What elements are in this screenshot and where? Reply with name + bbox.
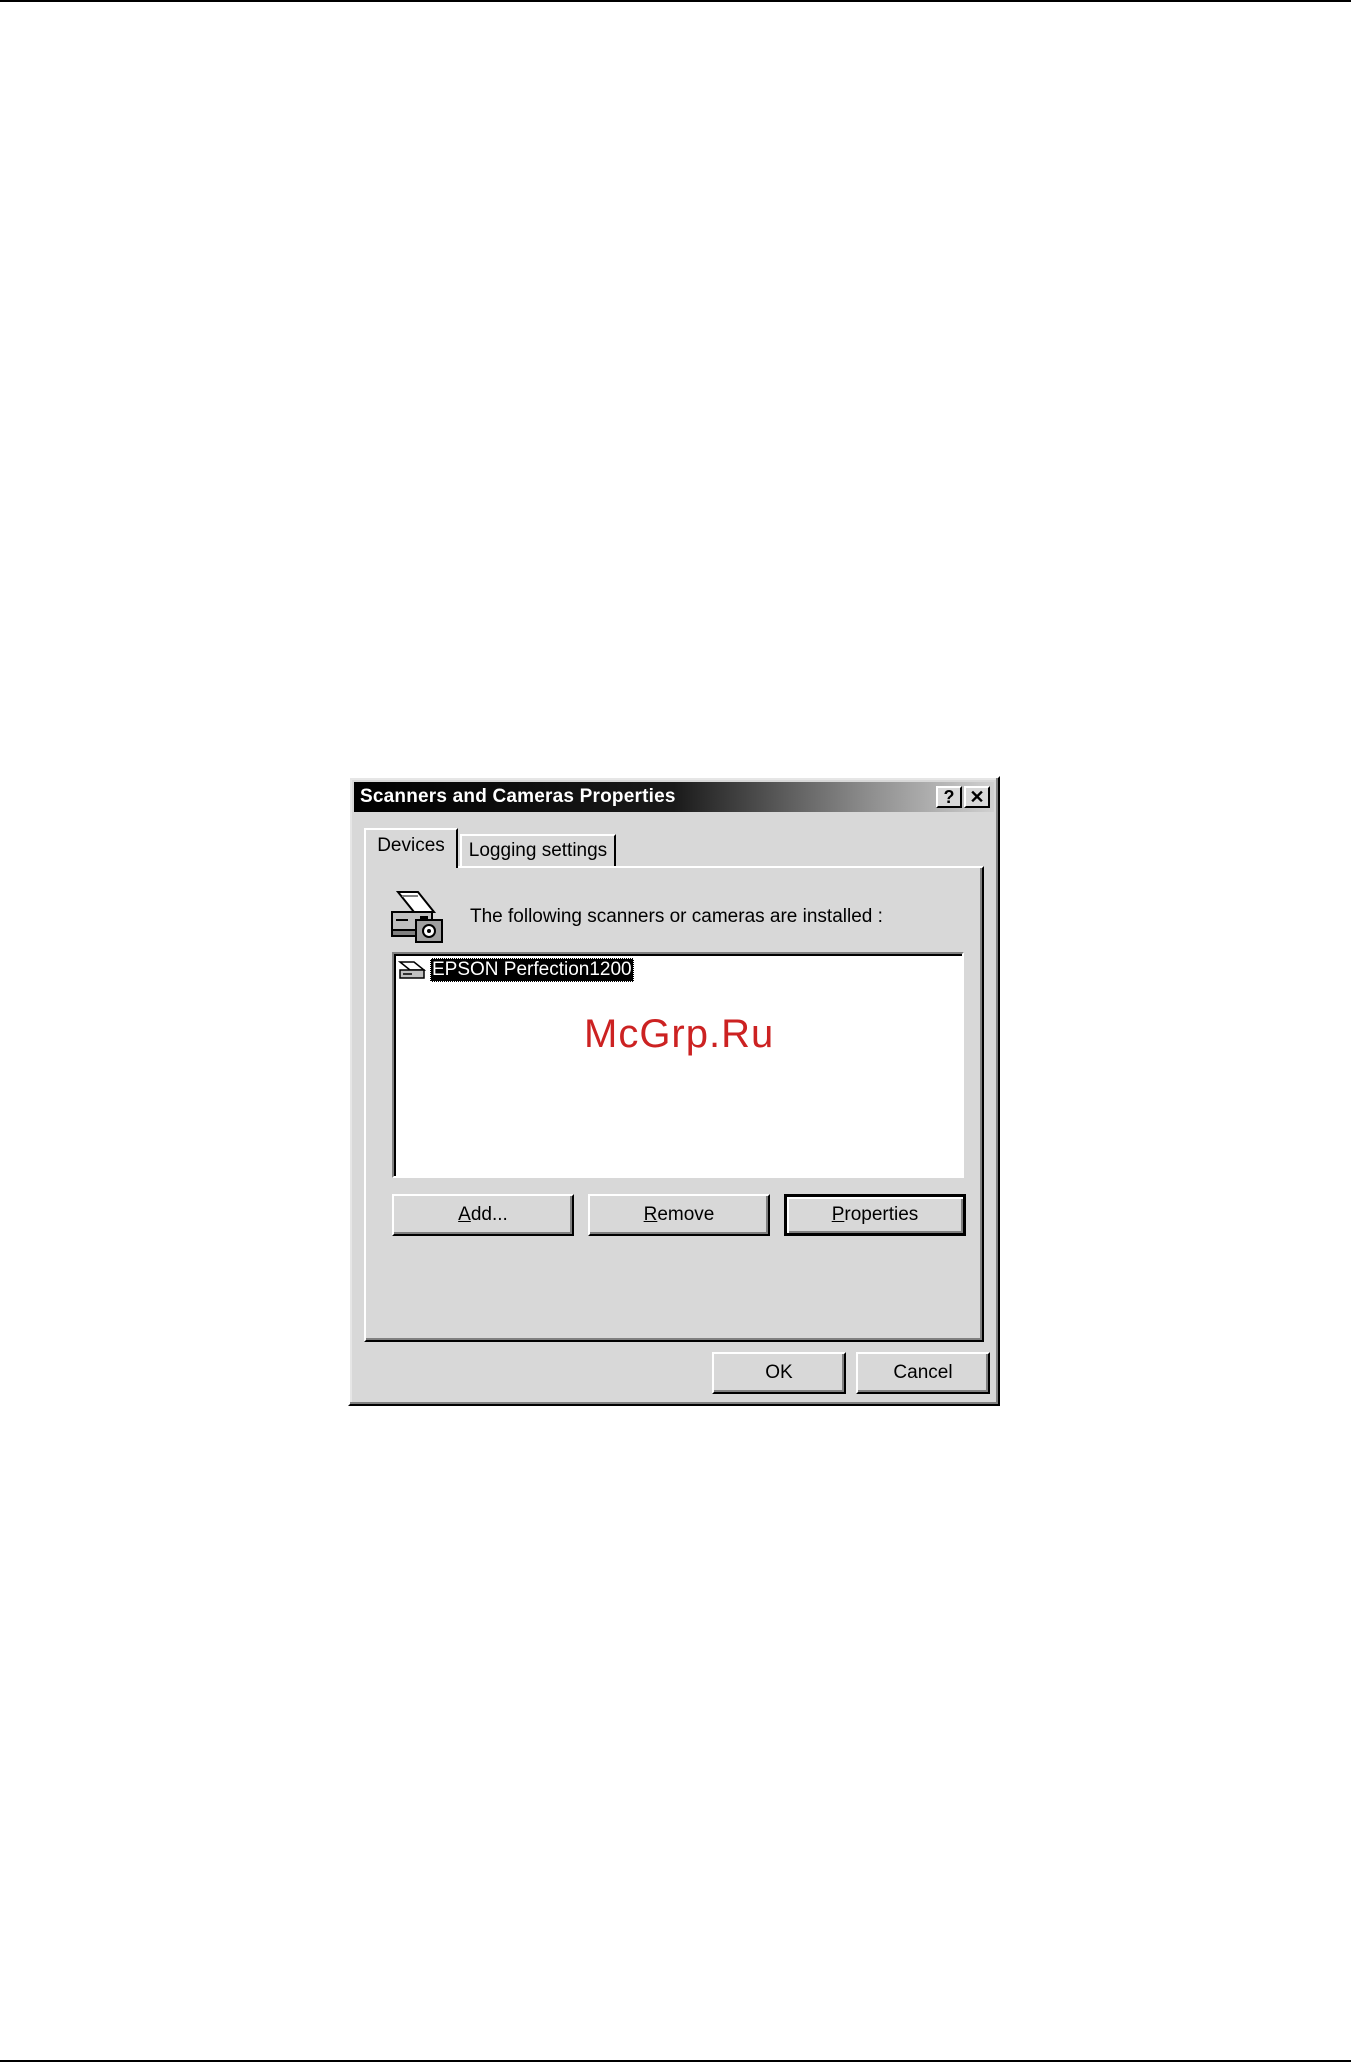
watermark-text: McGrp.Ru	[584, 1012, 775, 1056]
scanner-icon	[398, 961, 427, 979]
close-icon: ✕	[969, 787, 985, 807]
window-title: Scanners and Cameras Properties	[360, 786, 676, 807]
help-button[interactable]: ?	[936, 786, 962, 808]
title-bar[interactable]: Scanners and Cameras Properties ? ✕	[354, 782, 994, 812]
remove-label: emove	[657, 1204, 715, 1225]
cancel-button[interactable]: Cancel	[856, 1352, 990, 1394]
device-list[interactable]: EPSON Perfection1200 McGrp.Ru	[392, 952, 964, 1178]
devices-tab-panel: The following scanners or cameras are in…	[364, 866, 984, 1342]
tab-logging-settings[interactable]: Logging settings	[460, 834, 616, 868]
remove-button[interactable]: Remove	[588, 1194, 770, 1236]
help-icon: ?	[943, 787, 955, 807]
add-button[interactable]: Add...	[392, 1194, 574, 1236]
device-item-label: EPSON Perfection1200	[430, 958, 634, 982]
tab-devices[interactable]: Devices	[364, 828, 458, 868]
remove-mnemonic: R	[643, 1204, 658, 1225]
properties-mnemonic: P	[831, 1204, 845, 1225]
page-bottom-rule	[0, 2060, 1351, 2062]
add-label: dd...	[470, 1204, 508, 1225]
properties-label: roperties	[844, 1204, 919, 1225]
properties-button[interactable]: Properties	[784, 1194, 966, 1236]
list-item[interactable]: EPSON Perfection1200	[398, 956, 634, 984]
page-top-rule	[0, 0, 1351, 2]
ok-button[interactable]: OK	[712, 1352, 846, 1394]
scanner-camera-icon	[391, 891, 443, 943]
add-mnemonic: A	[458, 1204, 471, 1225]
scanners-cameras-dialog: Scanners and Cameras Properties ? ✕ Devi…	[348, 776, 1000, 1406]
installed-devices-caption: The following scanners or cameras are in…	[470, 906, 883, 927]
close-button[interactable]: ✕	[964, 786, 990, 808]
